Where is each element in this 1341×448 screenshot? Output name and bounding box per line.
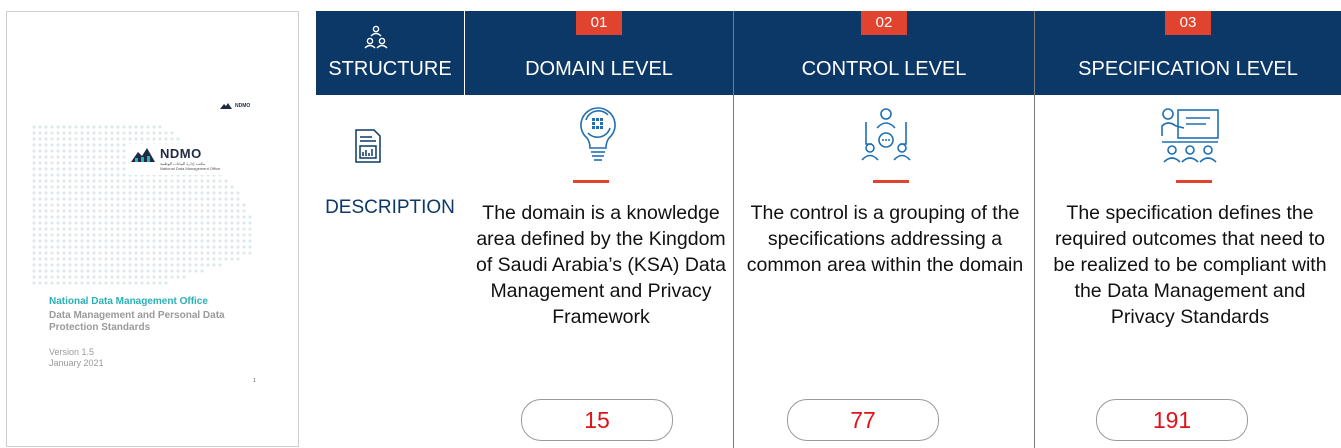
control-level-header: 02 CONTROL LEVEL — [734, 11, 1034, 95]
column-divider — [733, 11, 734, 448]
cover-date: January 2021 — [49, 358, 104, 368]
ndmo-logo-icon — [131, 148, 155, 162]
document-cover-thumbnail: NDMO NDMO مكتب إدارة البيانات الوطنية Na… — [6, 11, 299, 447]
group-meeting-icon — [861, 108, 911, 161]
domain-level-header: 01 DOMAIN LEVEL — [465, 11, 733, 95]
structure-header: STRUCTURE — [316, 11, 464, 95]
specification-level-title: SPECIFICATION LEVEL — [1078, 58, 1298, 80]
control-accent-bar — [873, 180, 909, 183]
presentation-board-icon — [1161, 108, 1219, 163]
specification-level-badge: 03 — [1165, 11, 1211, 35]
cover-page-number: 1 — [253, 378, 256, 384]
control-level-description: The control is a grouping of the specifi… — [746, 202, 1024, 276]
domain-count-pill: 15 — [521, 399, 673, 441]
specification-level-description: The specification defines the required o… — [1053, 202, 1327, 328]
cover-version: Version 1.5 — [49, 347, 95, 357]
ndmo-mark-icon — [220, 103, 232, 109]
domain-level-title: DOMAIN LEVEL — [525, 58, 673, 80]
cover-logo-subtitle: National Data Management Office — [160, 166, 221, 171]
specification-accent-bar — [1176, 180, 1212, 183]
structure-header-label: STRUCTURE — [328, 58, 452, 80]
cover-logo: NDMO مكتب إدارة البيانات الوطنية Nationa… — [127, 144, 223, 175]
control-level-title: CONTROL LEVEL — [801, 58, 967, 80]
domain-level-description: The domain is a knowledge area defined b… — [475, 202, 727, 328]
specification-count-pill: 191 — [1096, 399, 1248, 441]
cover-document-title: Data Management and Personal Data Protec… — [49, 310, 225, 333]
hierarchy-people-icon — [364, 25, 388, 49]
specification-level-header: 03 SPECIFICATION LEVEL — [1035, 11, 1341, 95]
cover-version-block: Version 1.5 January 2021 — [49, 347, 104, 369]
description-row-label: DESCRIPTION — [325, 197, 455, 218]
domain-accent-bar — [573, 180, 609, 183]
cover-logo-name: NDMO — [160, 146, 202, 161]
control-level-badge: 02 — [861, 11, 907, 35]
cover-organization: National Data Management Office — [49, 296, 208, 307]
control-count-pill: 77 — [787, 399, 939, 441]
domain-level-badge: 01 — [576, 11, 622, 35]
column-divider — [1034, 11, 1035, 448]
report-document-icon — [355, 129, 381, 163]
lightbulb-gear-icon — [580, 107, 616, 161]
cover-small-logo-text: NDMO — [235, 103, 251, 109]
cover-small-logo: NDMO — [219, 102, 250, 110]
